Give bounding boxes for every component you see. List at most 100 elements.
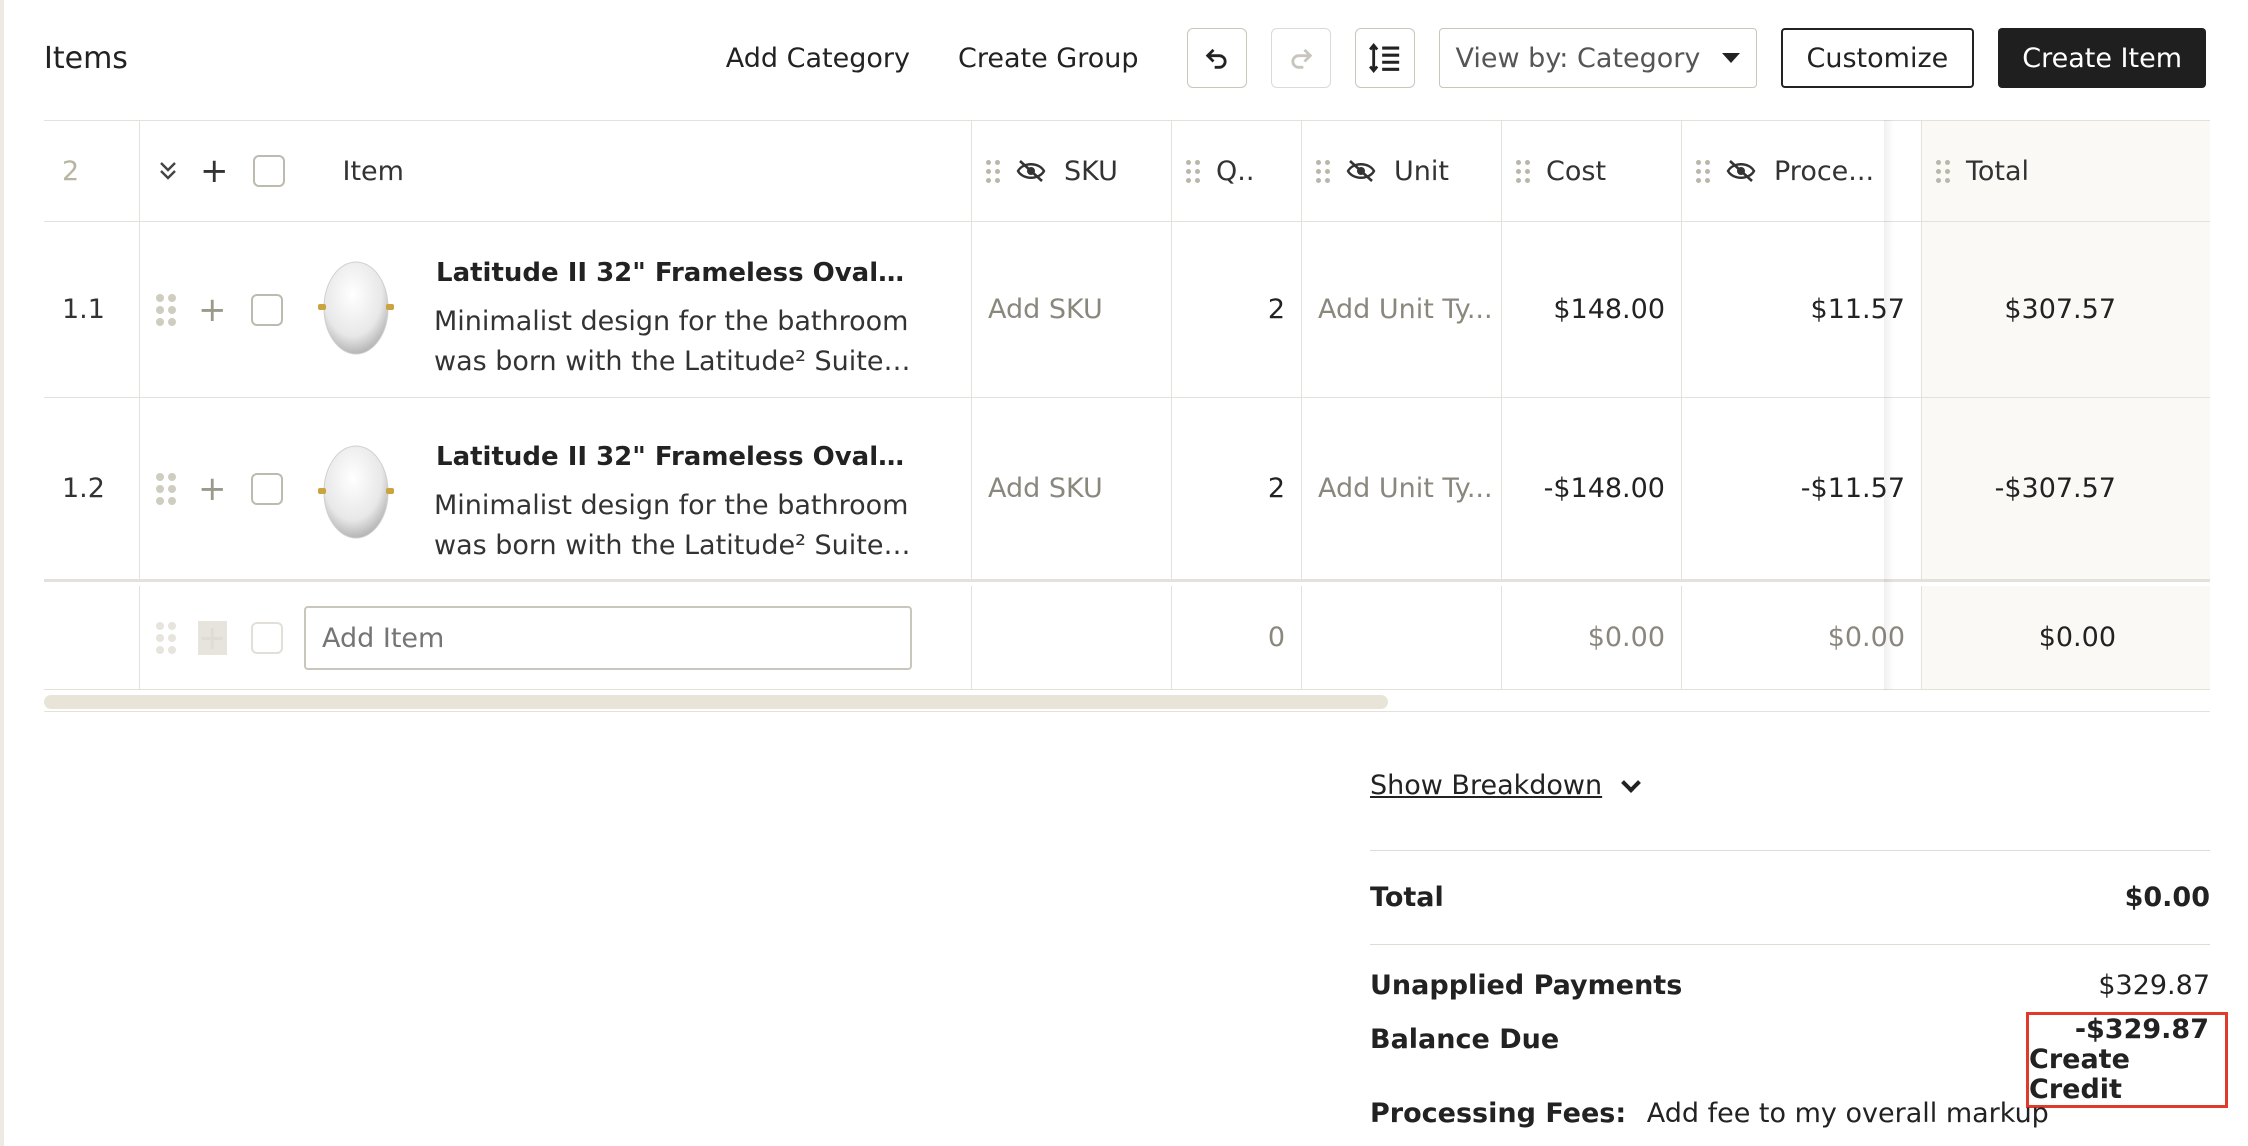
sku-cell	[972, 586, 1172, 689]
item-description-line: was born with the Latitude² Suite. Th...	[434, 530, 914, 561]
unit-cell[interactable]: Add Unit Ty...	[1302, 398, 1502, 579]
qty-cell[interactable]: 2	[1172, 398, 1302, 579]
sku-cell[interactable]: Add SKU	[972, 222, 1172, 397]
unapplied-payments-row: Unapplied Payments $329.87	[1370, 970, 2210, 1001]
sku-placeholder: Add SKU	[988, 473, 1103, 504]
item-count: 2	[62, 155, 80, 187]
total-value: -$307.57	[1994, 473, 2116, 504]
qty-value: 2	[1267, 473, 1285, 504]
add-category-button[interactable]: Add Category	[702, 43, 934, 74]
row-height-button[interactable]	[1354, 28, 1415, 88]
total-cell: $307.57	[1922, 222, 2210, 397]
collapse-all-icon[interactable]	[158, 159, 178, 183]
qty-cell[interactable]: 2	[1172, 222, 1302, 397]
undo-button[interactable]	[1186, 28, 1247, 88]
unapplied-payments-amount: $329.87	[2098, 970, 2210, 1001]
eye-slash-icon[interactable]	[1726, 159, 1756, 183]
add-row-icon[interactable]: +	[200, 154, 229, 188]
show-breakdown-link[interactable]: Show Breakdown	[1370, 770, 2210, 801]
column-header-item: Item	[342, 155, 404, 187]
item-description-line: Minimalist design for the bathroom	[434, 490, 909, 521]
divider	[1370, 944, 2210, 945]
column-header-cost: Cost	[1546, 155, 1607, 187]
mirror-thumbnail	[318, 445, 394, 539]
processing-fees-setting[interactable]: Add fee to my overall markup	[1647, 1098, 2049, 1129]
total-label: Total	[1370, 882, 1444, 913]
header-item-cell: + Item	[140, 121, 972, 221]
header-cost-cell[interactable]: Cost	[1502, 121, 1682, 221]
item-description: Minimalist design for the bathroom was b…	[434, 486, 914, 566]
column-header-unit: Unit	[1394, 155, 1449, 187]
add-item-input[interactable]	[304, 606, 912, 670]
divider	[44, 711, 2210, 712]
cost-value: -$148.00	[1543, 473, 1665, 504]
qty-value: 0	[1267, 622, 1285, 653]
create-credit-link[interactable]: Create Credit	[2029, 1045, 2209, 1105]
qty-value: 2	[1267, 294, 1285, 325]
horizontal-scrollbar[interactable]	[44, 695, 1388, 709]
sku-cell[interactable]: Add SKU	[972, 398, 1172, 579]
row-checkbox[interactable]	[250, 472, 283, 505]
unit-placeholder: Add Unit Ty...	[1318, 294, 1493, 325]
header-index-cell: 2	[44, 121, 140, 221]
divider	[1370, 850, 2210, 851]
row-index-cell: 1.1	[44, 222, 140, 397]
unit-cell[interactable]: Add Unit Ty...	[1302, 222, 1502, 397]
header-sku-cell[interactable]: SKU	[972, 121, 1172, 221]
unit-placeholder: Add Unit Ty...	[1318, 473, 1493, 504]
row-checkbox	[250, 621, 283, 654]
customize-button[interactable]: Customize	[1780, 28, 1975, 88]
items-panel: Items Add Category Create Group View by:…	[0, 0, 2248, 1146]
create-group-button[interactable]: Create Group	[934, 43, 1163, 74]
row-drag-handle-icon	[156, 621, 176, 654]
column-header-total: Total	[1966, 155, 2030, 187]
cost-cell[interactable]: -$148.00	[1502, 398, 1682, 579]
eye-slash-icon[interactable]	[1016, 159, 1046, 183]
row-drag-handle-icon[interactable]	[156, 472, 176, 505]
item-description-line: Minimalist design for the bathroom	[434, 306, 909, 337]
cost-value: $0.00	[1587, 622, 1665, 653]
page-title: Items	[44, 40, 128, 76]
row-index-cell	[44, 586, 140, 689]
drag-handle-icon[interactable]	[986, 159, 1000, 183]
column-header-processing: Proce...	[1774, 155, 1875, 187]
line-spacing-icon	[1368, 43, 1399, 73]
add-subitem-icon[interactable]: +	[198, 472, 227, 506]
select-all-checkbox[interactable]	[252, 155, 285, 187]
view-by-dropdown[interactable]: View by: Category	[1438, 28, 1757, 88]
drag-handle-icon[interactable]	[1186, 159, 1200, 183]
balance-due-label: Balance Due	[1370, 1024, 1560, 1055]
show-breakdown-label: Show Breakdown	[1370, 770, 1603, 801]
drag-handle-icon[interactable]	[1316, 159, 1330, 183]
unit-cell	[1302, 586, 1502, 689]
drag-handle-icon[interactable]	[1696, 159, 1710, 183]
row-index-cell: 1.2	[44, 398, 140, 579]
caret-down-icon	[1721, 53, 1740, 63]
item-title[interactable]: Latitude II 32" Frameless Oval Mirro...	[436, 258, 906, 288]
item-title[interactable]: Latitude II 32" Frameless Oval Mirro...	[436, 442, 906, 472]
cost-cell[interactable]: $148.00	[1502, 222, 1682, 397]
frozen-column-shadow	[1884, 120, 1894, 690]
total-amount: $0.00	[2124, 882, 2210, 913]
row-drag-handle-icon[interactable]	[156, 293, 176, 326]
eye-slash-icon[interactable]	[1346, 159, 1376, 183]
total-value: $307.57	[2004, 294, 2116, 325]
row-checkbox[interactable]	[250, 293, 283, 326]
header-total-cell[interactable]: Total	[1922, 121, 2210, 221]
total-cell: -$307.57	[1922, 398, 2210, 579]
create-credit-highlight[interactable]: -$329.87 Create Credit	[2026, 1012, 2228, 1108]
item-description-line: was born with the Latitude² Suite. Th...	[434, 346, 914, 377]
redo-button[interactable]	[1270, 28, 1331, 88]
add-subitem-icon[interactable]: +	[198, 293, 227, 327]
total-value: $0.00	[2038, 622, 2116, 653]
unapplied-payments-label: Unapplied Payments	[1370, 970, 1683, 1001]
header-unit-cell[interactable]: Unit	[1302, 121, 1502, 221]
column-header-sku: SKU	[1064, 155, 1118, 187]
chevron-down-icon	[1621, 772, 1642, 793]
drag-handle-icon[interactable]	[1516, 159, 1530, 183]
header-qty-cell[interactable]: Q..	[1172, 121, 1302, 221]
total-cell: $0.00	[1922, 586, 2210, 689]
create-item-button[interactable]: Create Item	[1998, 28, 2206, 88]
drag-handle-icon[interactable]	[1936, 159, 1950, 183]
processing-fees-row: Processing Fees: Add fee to my overall m…	[1370, 1098, 2049, 1129]
